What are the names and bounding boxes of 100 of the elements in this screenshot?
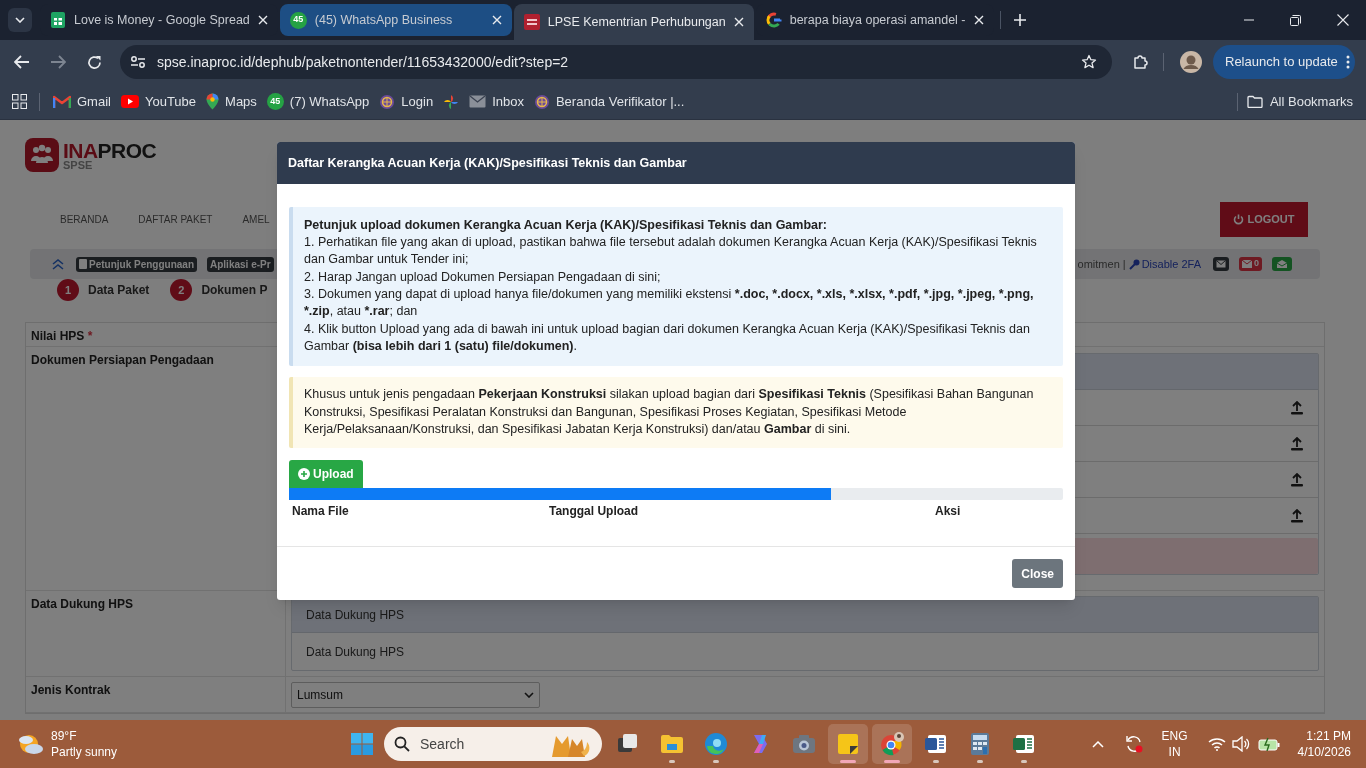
bookmark[interactable]: 45 (7) WhatsApp: [261, 87, 375, 116]
envelope-icon: [1242, 260, 1252, 268]
bookmark[interactable]: Beranda Verifikator |...: [528, 87, 690, 116]
dialog-title: Daftar Kerangka Acuan Kerja (KAK)/Spesifikasi Teknis dan Gambar: [288, 154, 687, 172]
plus-circle-icon: [298, 467, 310, 480]
close-icon[interactable]: [491, 15, 502, 25]
temperature: 89°F: [51, 728, 78, 744]
key-icon: [1128, 258, 1140, 270]
battery-charging-icon[interactable]: [1257, 737, 1280, 751]
double-chevron-up-icon[interactable]: [52, 258, 64, 270]
mail-icon: [53, 94, 71, 109]
language-indicator[interactable]: ENG IN: [1161, 728, 1188, 760]
instructions-heading: Petunjuk upload dokumen Kerangka Acuan Kerja (KAK)/Spesifikasi Teknis dan Gambar:: [304, 217, 829, 234]
tab-title: Love is Money - Google Spread: [74, 11, 250, 29]
upload-icon[interactable]: [1290, 400, 1304, 415]
bookmark[interactable]: YouTube: [115, 87, 202, 116]
column-header: Aksi: [935, 502, 962, 520]
tab-title: LPSE Kementrian Perhubungan: [547, 13, 726, 31]
instruction-text: 3. Dokumen yang dapat di upload hanya file/dokumen yang memiliki ekstensi *.doc, *.docx, *.xls, *.xlsx, *.pdf, *.jpg, *.jpeg, *.png, *.zip, atau *.rar; dan: [304, 286, 1035, 320]
bookmark[interactable]: Maps: [201, 87, 262, 116]
logo-text: INAPROC: [63, 139, 157, 161]
weather-widget[interactable]: 89°F Partly sunny: [17, 728, 217, 760]
video-play-icon: [120, 95, 139, 108]
logout-button[interactable]: LOGOUT: [1220, 202, 1308, 237]
all-bookmarks-button[interactable]: All Bookmarks: [1243, 91, 1356, 112]
url-text: spse.inaproc.id/dephub/paketnontender/11653432000/edit?step=2: [157, 52, 569, 72]
bookmark[interactable]: Gmail: [48, 87, 116, 116]
weather-condition: Partly sunny: [51, 744, 118, 760]
nav-link[interactable]: AMEL: [242, 212, 270, 227]
tab-search-button[interactable]: [8, 8, 32, 32]
spreadsheet-icon: [50, 12, 66, 28]
close-icon[interactable]: [1337, 14, 1349, 26]
disable-2fa-link[interactable]: Disable 2FA: [1128, 255, 1201, 273]
folder-icon: [660, 732, 684, 756]
power-icon: [1233, 214, 1245, 225]
windows-start-icon: [350, 732, 374, 756]
logo-subtitle: SPSE: [63, 159, 94, 171]
pinwheel-icon: [443, 93, 460, 110]
map-pin-icon: [206, 93, 220, 110]
address-bar[interactable]: spse.inaproc.id/dephub/paketnontender/11653432000/edit?step=2: [120, 45, 1112, 79]
browser-tab[interactable]: 45 (45) WhatsApp Business: [279, 4, 512, 36]
upload-icon[interactable]: [1290, 472, 1304, 487]
reload-icon[interactable]: [87, 54, 102, 70]
sync-icon[interactable]: [1123, 734, 1144, 754]
bookmark[interactable]: Inbox: [464, 87, 529, 116]
chevron-down-icon: [524, 692, 534, 698]
column-header: Tanggal Upload: [549, 502, 640, 520]
forward-arrow-icon: [50, 55, 66, 69]
chevron-down-icon: [15, 17, 25, 23]
step-number: 1: [57, 279, 79, 301]
site-settings-icon[interactable]: [130, 55, 146, 69]
browser-wave-icon: [704, 732, 728, 756]
upload-icon[interactable]: [1290, 508, 1304, 523]
relaunch-button[interactable]: Relaunch to update: [1213, 45, 1355, 79]
globe-emblem-icon: [533, 93, 550, 110]
more-options-icon[interactable]: [1345, 55, 1350, 69]
envelope-icon: [469, 95, 487, 108]
close-button[interactable]: Close: [1012, 559, 1063, 588]
search-box[interactable]: Search: [384, 727, 602, 761]
new-tab-icon[interactable]: [1012, 13, 1027, 27]
close-icon[interactable]: [733, 17, 744, 27]
step-label: Data Paket: [88, 282, 150, 299]
close-icon[interactable]: [973, 15, 984, 25]
tab-title: berapa biaya operasi amandel -: [789, 11, 966, 29]
camera-icon: [792, 732, 816, 756]
browser-tab[interactable]: LPSE Kementrian Perhubungan: [513, 4, 754, 40]
chevron-up-icon[interactable]: [1091, 740, 1104, 748]
step-label: Dokumen P: [201, 282, 268, 299]
back-arrow-icon[interactable]: [14, 55, 30, 69]
help-badge[interactable]: Aplikasi e-Pr: [207, 256, 274, 272]
nav-link[interactable]: DAFTAR PAKET: [138, 212, 213, 227]
spreadsheet-app-icon: [1012, 732, 1036, 756]
volume-icon[interactable]: [1231, 736, 1250, 752]
mail-icon[interactable]: [1213, 257, 1229, 271]
bookmark[interactable]: Login: [374, 87, 439, 116]
instruction-text: 4. Klik button Upload yang ada di bawah ini untuk upload bagian dari dokumen Kerangka Acuan Kerja (KAK)/Spesifikasi Teknis dan Gambar (bisa lebih dari 1 (satu) file/dokumen).: [304, 320, 1031, 355]
field-label: Jenis Kontrak: [26, 677, 286, 712]
people-logo-icon: [25, 138, 59, 172]
upload-button[interactable]: Upload: [289, 459, 363, 488]
clock[interactable]: 1:21 PM 4/10/2026: [1297, 728, 1351, 760]
upload-icon[interactable]: [1290, 436, 1304, 451]
panel-title: Data Dukung HPS: [306, 606, 405, 624]
help-badge[interactable]: Petunjuk Penggunaan: [76, 256, 197, 272]
search-icon: [394, 736, 410, 752]
note-text: Khusus untuk jenis pengadaan Pekerjaan Konstruksi silakan upload bagian dari Spesifikasi Teknis (Spesifikasi Bahan Bangunan Konstruksi, Spesifikasi Peralatan Konstruksi dan Bangunan, Spesifikasi Proses Kegiatan, Spesifikasi Metode Kerja/Pelaksanaan/Konstruksi, dan Spesifikasi Jabatan Kerja Konstruksi) dan/atau Gambar di sini.: [304, 386, 1035, 438]
nav-link[interactable]: BERANDA: [60, 212, 109, 227]
extensions-icon[interactable]: [1132, 53, 1149, 71]
wifi-icon[interactable]: [1207, 737, 1226, 751]
partly-sunny-icon: [17, 732, 45, 756]
profile-avatar-icon[interactable]: [1180, 51, 1202, 73]
notification-badge: 45: [289, 11, 307, 29]
unread-mail-badge[interactable]: 0: [1239, 257, 1262, 271]
contract-type-select[interactable]: Lumsum: [291, 682, 540, 708]
apps-grid-icon[interactable]: [12, 94, 27, 109]
star-icon[interactable]: [1081, 54, 1097, 70]
book-icon: [79, 259, 87, 269]
step-number: 2: [170, 279, 193, 301]
restore-icon[interactable]: [1290, 14, 1301, 26]
tab-title: (45) WhatsApp Business: [314, 11, 454, 29]
close-icon[interactable]: [257, 15, 268, 25]
